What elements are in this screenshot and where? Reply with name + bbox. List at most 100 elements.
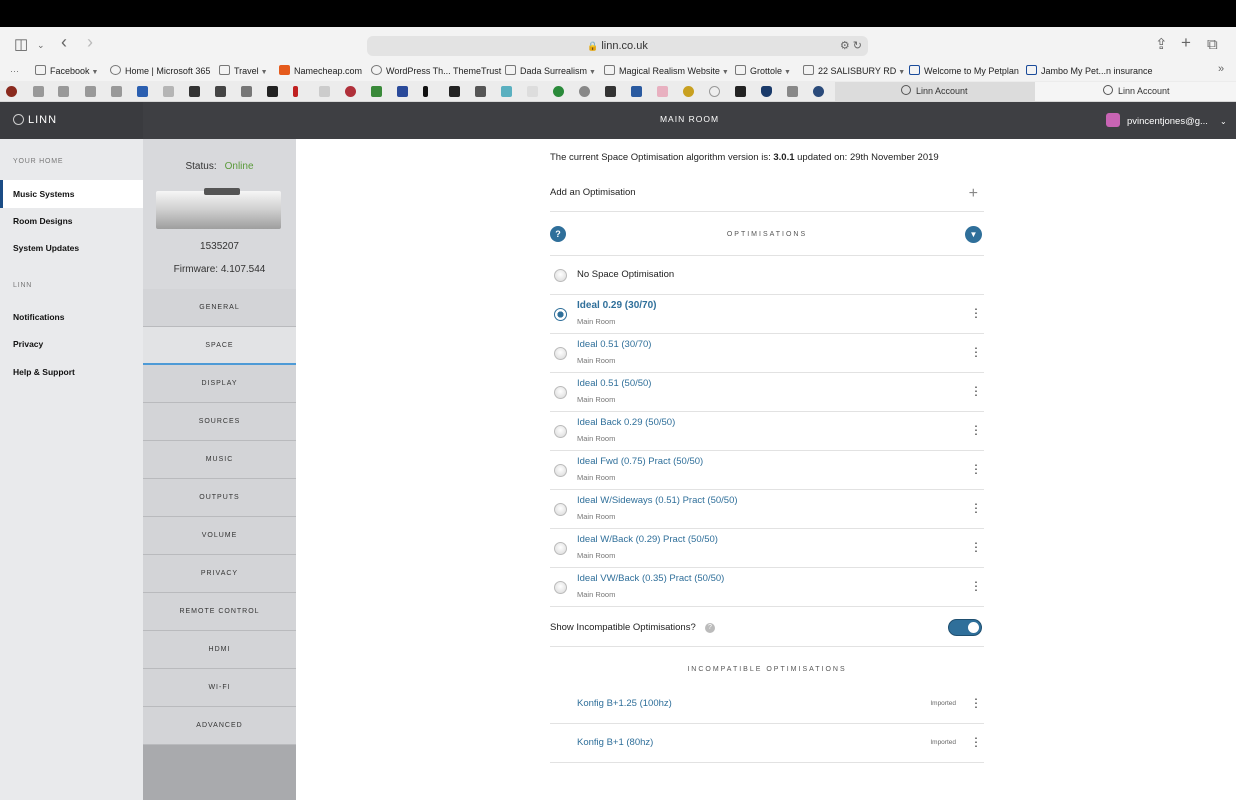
- pinned-tab-icon[interactable]: [397, 86, 408, 97]
- sidebar-item-privacy[interactable]: Privacy: [0, 330, 143, 358]
- tab-overview-icon[interactable]: ⧉: [1207, 35, 1218, 55]
- pinned-tab-icon[interactable]: [501, 86, 512, 97]
- list-item-optimisation[interactable]: Ideal VW/Back (0.35) Pract (50/50) Main …: [550, 568, 984, 607]
- tab-advanced[interactable]: ADVANCED: [143, 707, 296, 745]
- pinned-tab-icon[interactable]: [631, 86, 642, 97]
- favorites-grid-icon[interactable]: ⋯: [10, 65, 19, 78]
- list-item-optimisation[interactable]: Ideal W/Sideways (0.51) Pract (50/50) Ma…: [550, 490, 984, 529]
- list-item-incompatible[interactable]: Konfig B+1.25 (100hz) Imported ⋮: [550, 685, 984, 724]
- pinned-tab-icon[interactable]: [58, 86, 69, 97]
- pinned-tab-icon[interactable]: [85, 86, 96, 97]
- pinned-tab-icon[interactable]: [319, 86, 330, 97]
- favorite-grottole[interactable]: Grottole ▼: [735, 65, 791, 79]
- favorite-wordpress[interactable]: WordPress Th... ThemeTrust: [371, 65, 501, 78]
- address-bar[interactable]: 🔒 linn.co.uk ⚙ ↻: [367, 36, 868, 56]
- more-favorites-icon[interactable]: »: [1218, 63, 1224, 76]
- user-menu[interactable]: pvincentjones@g... ⌄: [1106, 113, 1227, 127]
- tab-linn-account-1[interactable]: Linn Account: [835, 82, 1035, 101]
- more-vertical-icon[interactable]: ⋮: [970, 580, 982, 592]
- tab-space[interactable]: SPACE: [143, 327, 296, 365]
- tab-outputs[interactable]: OUTPUTS: [143, 479, 296, 517]
- sidebar-item-system-updates[interactable]: System Updates: [0, 234, 143, 262]
- tab-music[interactable]: MUSIC: [143, 441, 296, 479]
- favorite-microsoft365[interactable]: Home | Microsoft 365: [110, 65, 210, 78]
- tab-privacy[interactable]: PRIVACY: [143, 555, 296, 593]
- pinned-tab-icon[interactable]: [657, 86, 668, 97]
- radio-button[interactable]: [554, 269, 567, 282]
- tab-remote-control[interactable]: REMOTE CONTROL: [143, 593, 296, 631]
- share-icon[interactable]: ⇪: [1155, 35, 1168, 55]
- pinned-tab-icon[interactable]: [761, 86, 772, 97]
- pinned-tab-icon[interactable]: [449, 86, 460, 97]
- more-vertical-icon[interactable]: ⋮: [970, 424, 982, 436]
- tab-linn-account-2[interactable]: Linn Account: [1035, 82, 1236, 101]
- linn-logo[interactable]: LINN: [0, 102, 143, 139]
- favorite-facebook[interactable]: Facebook ▼: [35, 65, 98, 79]
- more-vertical-icon[interactable]: ⋮: [970, 307, 982, 319]
- radio-button[interactable]: [554, 386, 567, 399]
- pinned-tab-icon[interactable]: [241, 86, 252, 97]
- pinned-tab-icon[interactable]: [371, 86, 382, 97]
- more-vertical-icon[interactable]: ⋮: [970, 541, 982, 553]
- more-vertical-icon[interactable]: ⋮: [970, 346, 982, 358]
- radio-button[interactable]: [554, 581, 567, 594]
- radio-button[interactable]: [554, 542, 567, 555]
- filter-icon[interactable]: ▼: [965, 226, 982, 243]
- pinned-tab-icon[interactable]: [553, 86, 564, 97]
- pinned-tab-icon[interactable]: [189, 86, 200, 97]
- radio-button-selected[interactable]: [554, 308, 567, 321]
- pinned-tab-icon[interactable]: [579, 86, 590, 97]
- radio-button[interactable]: [554, 464, 567, 477]
- tab-wifi[interactable]: WI-FI: [143, 669, 296, 707]
- pinned-tab-icon[interactable]: [423, 86, 428, 97]
- tab-hdmi[interactable]: HDMI: [143, 631, 296, 669]
- list-item-optimisation[interactable]: Ideal 0.51 (50/50) Main Room ⋮: [550, 373, 984, 412]
- back-icon[interactable]: ‹: [61, 32, 67, 52]
- radio-button[interactable]: [554, 347, 567, 360]
- more-vertical-icon[interactable]: ⋮: [970, 736, 982, 748]
- more-vertical-icon[interactable]: ⋮: [970, 463, 982, 475]
- show-incompatible-toggle[interactable]: [948, 619, 982, 636]
- chevron-down-icon[interactable]: ⌄: [37, 35, 45, 55]
- sidebar-item-room-designs[interactable]: Room Designs: [0, 207, 143, 235]
- add-optimisation-button[interactable]: Add an Optimisation +: [550, 177, 984, 212]
- new-tab-icon[interactable]: +: [1181, 33, 1191, 53]
- pinned-tab-icon[interactable]: [293, 86, 298, 97]
- pinned-tab-icon[interactable]: [813, 86, 824, 97]
- sidebar-item-notifications[interactable]: Notifications: [0, 303, 143, 331]
- radio-button[interactable]: [554, 503, 567, 516]
- sidebar-item-help-support[interactable]: Help & Support: [0, 358, 143, 386]
- favorite-salisbury[interactable]: 22 SALISBURY RD ▼: [803, 65, 905, 79]
- list-item-optimisation[interactable]: Ideal 0.51 (30/70) Main Room ⋮: [550, 334, 984, 373]
- pinned-tab-icon[interactable]: [527, 86, 538, 97]
- radio-button[interactable]: [554, 425, 567, 438]
- pinned-tab-icon[interactable]: [735, 86, 746, 97]
- list-item-optimisation[interactable]: Ideal W/Back (0.29) Pract (50/50) Main R…: [550, 529, 984, 568]
- tab-sources[interactable]: SOURCES: [143, 403, 296, 441]
- list-item-incompatible[interactable]: Konfig B+1 (80hz) Imported ⋮: [550, 724, 984, 763]
- pinned-tab-icon[interactable]: [137, 86, 148, 97]
- pinned-tab-icon[interactable]: [111, 86, 122, 97]
- pinned-tab-icon[interactable]: [215, 86, 226, 97]
- sidebar-toggle-icon[interactable]: ◫: [14, 35, 28, 55]
- pinned-tab-icon[interactable]: [345, 86, 356, 97]
- reload-icon[interactable]: ↻: [853, 40, 862, 52]
- tab-general[interactable]: GENERAL: [143, 289, 296, 327]
- pinned-tab-icon[interactable]: [267, 86, 278, 97]
- tab-display[interactable]: DISPLAY: [143, 365, 296, 403]
- pinned-tab-icon[interactable]: [605, 86, 616, 97]
- pinned-tab-icon[interactable]: [475, 86, 486, 97]
- list-item-no-optimisation[interactable]: No Space Optimisation: [550, 256, 984, 295]
- more-vertical-icon[interactable]: ⋮: [970, 385, 982, 397]
- favorite-travel[interactable]: Travel ▼: [219, 65, 268, 79]
- list-item-optimisation[interactable]: Ideal Back 0.29 (50/50) Main Room ⋮: [550, 412, 984, 451]
- list-item-optimisation[interactable]: Ideal 0.29 (30/70) Main Room ⋮: [550, 295, 984, 334]
- list-item-optimisation[interactable]: Ideal Fwd (0.75) Pract (50/50) Main Room…: [550, 451, 984, 490]
- translate-icon[interactable]: ⚙: [840, 40, 850, 52]
- pinned-tab-icon[interactable]: [33, 86, 44, 97]
- tab-volume[interactable]: VOLUME: [143, 517, 296, 555]
- pinned-tab-icon[interactable]: [787, 86, 798, 97]
- favorite-jambo[interactable]: Jambo My Pet...n insurance: [1026, 65, 1153, 78]
- forward-icon[interactable]: ›: [87, 32, 93, 52]
- help-icon[interactable]: ?: [705, 623, 715, 633]
